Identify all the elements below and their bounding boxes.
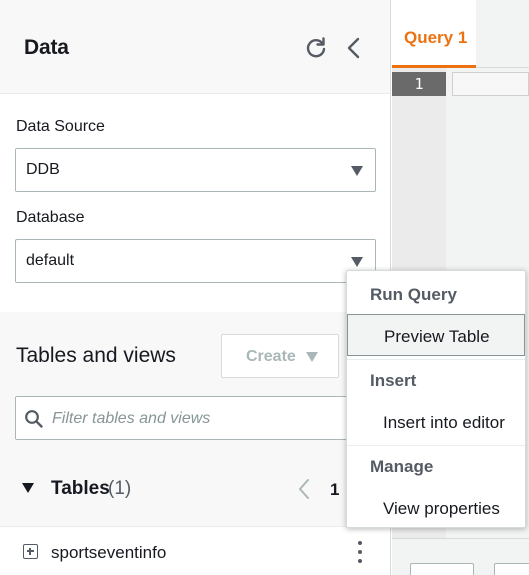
table-row[interactable]: sportseventinfo bbox=[0, 526, 390, 575]
footer-button[interactable] bbox=[494, 563, 529, 575]
caret-down-icon bbox=[351, 166, 363, 176]
tables-label: Tables bbox=[51, 478, 110, 499]
database-select[interactable]: default bbox=[15, 239, 376, 283]
more-actions-icon[interactable] bbox=[352, 539, 368, 565]
database-value: default bbox=[26, 252, 75, 269]
table-actions-menu: Run Query Preview Table Insert Insert in… bbox=[346, 270, 526, 528]
chevron-left-icon bbox=[299, 479, 309, 499]
database-label: Database bbox=[16, 209, 85, 226]
collapse-panel-button[interactable] bbox=[342, 34, 366, 62]
menu-divider bbox=[347, 445, 525, 446]
filter-tables-input[interactable] bbox=[52, 407, 352, 431]
data-panel: Data Data Source DDB Database default Ta… bbox=[0, 0, 391, 575]
menu-item-preview-table[interactable]: Preview Table bbox=[347, 314, 525, 356]
panel-title: Data bbox=[24, 36, 69, 59]
footer-button[interactable] bbox=[410, 563, 474, 575]
tab-query-1-label: Query 1 bbox=[404, 28, 468, 47]
caret-down-icon bbox=[351, 257, 363, 267]
menu-group-run-query: Run Query bbox=[370, 285, 457, 304]
caret-down-icon bbox=[306, 352, 318, 362]
chevron-left-icon bbox=[347, 37, 360, 59]
search-icon bbox=[25, 410, 43, 428]
create-button-label: Create bbox=[246, 348, 296, 365]
editor-footer bbox=[392, 538, 529, 575]
menu-item-label: Insert into editor bbox=[383, 413, 505, 432]
data-source-label: Data Source bbox=[16, 118, 105, 135]
menu-group-manage: Manage bbox=[370, 457, 434, 476]
table-name: sportseventinfo bbox=[51, 543, 167, 562]
tables-count: (1) bbox=[108, 478, 132, 499]
menu-item-insert-into-editor[interactable]: Insert into editor bbox=[347, 401, 525, 443]
data-panel-header: Data bbox=[0, 0, 390, 94]
menu-divider bbox=[347, 359, 525, 360]
filter-search-box[interactable] bbox=[15, 396, 360, 440]
tab-query-1[interactable]: Query 1 bbox=[392, 0, 476, 68]
line-number: 1 bbox=[392, 72, 446, 96]
create-button[interactable]: Create bbox=[221, 334, 339, 378]
previous-page-button[interactable] bbox=[296, 477, 312, 501]
refresh-icon bbox=[306, 37, 326, 58]
menu-item-view-properties[interactable]: View properties bbox=[347, 487, 525, 529]
tables-and-views-title: Tables and views bbox=[16, 344, 176, 367]
tables-expand-toggle-icon[interactable] bbox=[22, 483, 34, 493]
expand-plus-icon[interactable] bbox=[23, 544, 38, 559]
refresh-button[interactable] bbox=[302, 34, 330, 62]
menu-item-label: View properties bbox=[383, 499, 500, 518]
menu-item-label: Preview Table bbox=[384, 327, 490, 346]
data-source-select[interactable]: DDB bbox=[15, 148, 376, 192]
menu-group-insert: Insert bbox=[370, 371, 417, 390]
active-line[interactable] bbox=[452, 72, 529, 96]
editor-tabs: Query 1 bbox=[392, 0, 529, 68]
page-number[interactable]: 1 bbox=[330, 480, 339, 500]
data-source-value: DDB bbox=[26, 161, 60, 178]
